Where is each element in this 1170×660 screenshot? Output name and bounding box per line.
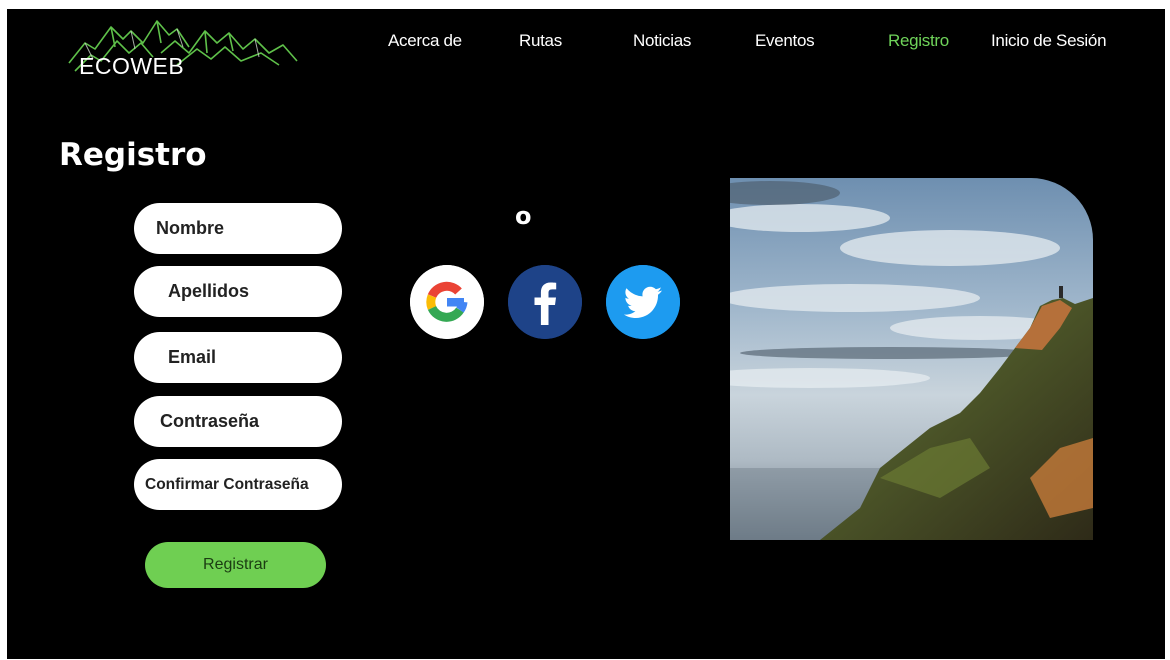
brand-name: ECOWEB (79, 53, 185, 79)
nav-item-inicio-de-sesion[interactable]: Inicio de Sesión (991, 31, 1107, 51)
nav-item-noticias[interactable]: Noticias (633, 31, 691, 51)
google-icon (410, 265, 484, 339)
main-nav: Acerca de Rutas Noticias Eventos Registr… (7, 31, 1165, 55)
twitter-icon (606, 265, 680, 339)
nav-item-registro[interactable]: Registro (888, 31, 949, 51)
facebook-icon (508, 265, 582, 339)
nombre-input[interactable] (134, 203, 342, 254)
confirm-password-input[interactable] (134, 459, 342, 510)
email-input[interactable] (134, 332, 342, 383)
facebook-login-button[interactable] (508, 265, 582, 339)
nav-item-acerca-de[interactable]: Acerca de (388, 31, 462, 51)
page-title: Registro (59, 137, 207, 173)
nav-item-eventos[interactable]: Eventos (755, 31, 815, 51)
password-input[interactable] (134, 396, 342, 447)
twitter-login-button[interactable] (606, 265, 680, 339)
page-frame: ECOWEB Acerca de Rutas Noticias Eventos … (7, 9, 1165, 659)
google-login-button[interactable] (410, 265, 484, 339)
apellidos-input[interactable] (134, 266, 342, 317)
nav-item-rutas[interactable]: Rutas (519, 31, 562, 51)
mountain-photo (730, 178, 1093, 540)
registrar-button[interactable]: Registrar (145, 542, 326, 588)
or-separator: o (515, 202, 532, 230)
